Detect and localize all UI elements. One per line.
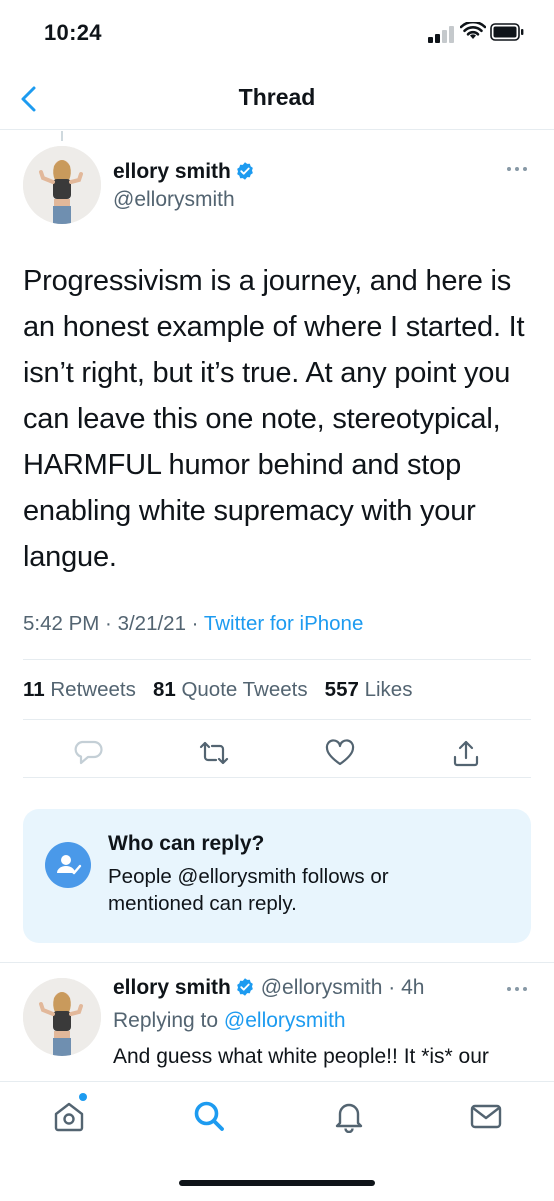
thread-connector-line [61,131,63,141]
author-name[interactable]: ellory smith [113,160,255,184]
author-handle[interactable]: @ellorysmith [113,188,235,212]
tweet-text: Progressivism is a journey, and here is … [23,265,525,573]
tweet-source-link[interactable]: Twitter for iPhone [204,612,364,635]
tweet-meta: 5:42 PM · 3/21/21 · Twitter for iPhone [23,612,364,635]
reply-separator: · [382,976,402,999]
more-dots-icon[interactable] [505,164,529,174]
header-divider [0,129,554,130]
retweets-label: Retweets [50,678,136,701]
replying-prefix: Replying to [113,1009,219,1032]
heart-icon[interactable] [325,738,355,768]
likes-label: Likes [364,678,413,701]
avatar[interactable] [23,978,101,1056]
page-title: Thread [238,84,316,110]
avatar[interactable] [23,146,101,224]
share-icon[interactable] [451,738,481,768]
reply-icon[interactable] [73,738,103,768]
notification-dot [79,1093,87,1101]
mention-restriction-icon [45,842,91,888]
more-dots-icon[interactable] [505,984,529,994]
quotes-count: 81 [152,678,176,701]
wifi-icon [460,22,486,39]
retweets-stat[interactable]: 11 Retweets [23,678,136,701]
likes-stat[interactable]: 557 Likes [325,678,413,701]
divider [23,719,531,720]
retweets-count: 11 [23,678,45,701]
divider [0,962,554,963]
battery-icon [490,23,524,41]
tweet-date: 3/21/21 [117,612,186,635]
chevron-left-icon[interactable] [18,84,40,114]
quotes-label: Quote Tweets [181,678,308,701]
reply-author-name: ellory smith [113,976,231,999]
tweet-stats: 11 Retweets 81 Quote Tweets 557 Likes [23,678,412,702]
who-can-reply-description: People @ellorysmith follows or mentioned… [108,865,389,915]
who-can-reply-title: Who can reply? [108,832,265,855]
divider [23,777,531,778]
home-indicator[interactable] [179,1180,375,1186]
status-time: 10:24 [44,20,102,45]
replying-to: Replying to @ellorysmith [113,1009,346,1033]
cellular-signal-icon [428,25,458,43]
reply-age: 4h [401,976,425,999]
likes-count: 557 [324,678,359,701]
quotes-stat[interactable]: 81 Quote Tweets [153,678,308,701]
verified-badge-icon [237,162,253,180]
tweet-time: 5:42 PM [23,612,100,635]
reply-author-line[interactable]: ellory smith @ellorysmith · 4h [113,976,424,1000]
replying-to-link[interactable]: @ellorysmith [224,1009,346,1032]
bell-icon[interactable] [332,1099,366,1133]
verified-badge-icon [237,978,253,996]
divider [23,659,531,660]
search-icon[interactable] [192,1099,226,1133]
author-name-text: ellory smith [113,160,231,183]
mail-icon[interactable] [469,1099,503,1133]
reply-author-handle: @ellorysmith [260,976,383,999]
home-icon[interactable] [52,1099,86,1133]
retweet-icon[interactable] [199,738,229,768]
reply-text: And guess what white people!! It *is* ou… [113,1045,489,1068]
